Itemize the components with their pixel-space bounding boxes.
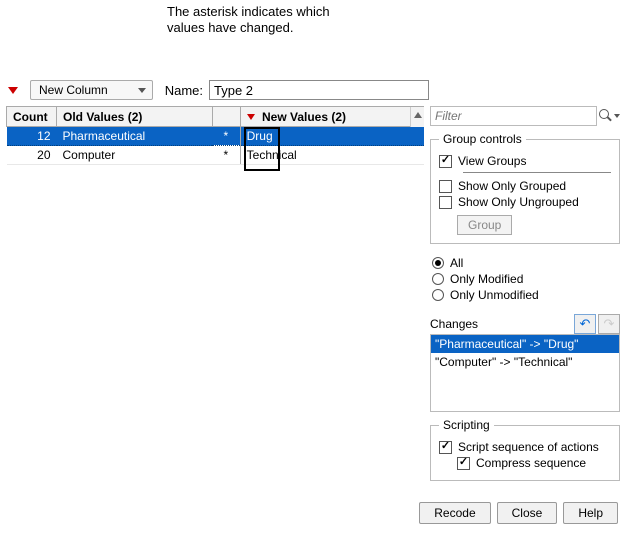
col-star-header: [212, 107, 240, 127]
help-button[interactable]: Help: [563, 502, 618, 524]
group-controls-legend: Group controls: [439, 132, 526, 146]
changes-list[interactable]: "Pharmaceutical" -> "Drug" "Computer" ->…: [430, 334, 620, 412]
column-menu-icon[interactable]: [247, 114, 255, 120]
changes-label: Changes: [430, 317, 478, 331]
name-label: Name:: [165, 83, 203, 98]
sort-asc-icon[interactable]: [414, 112, 422, 118]
show-only-ungrouped-checkbox[interactable]: [439, 196, 452, 209]
table-row[interactable]: 12 Pharmaceutical * Drug: [7, 127, 425, 146]
search-icon[interactable]: [599, 109, 610, 123]
annotation-text: The asterisk indicates which values have…: [167, 4, 330, 37]
table-row[interactable]: 20 Computer * Technical: [7, 146, 425, 165]
col-count-header[interactable]: Count: [7, 107, 57, 127]
filter-modified-label: Only Modified: [450, 272, 523, 286]
close-button[interactable]: Close: [497, 502, 558, 524]
redo-button: ↷: [598, 314, 620, 334]
filter-modified-radio[interactable]: [432, 273, 444, 285]
group-controls-fieldset: Group controls View Groups Show Only Gro…: [430, 132, 620, 244]
scripting-fieldset: Scripting Script sequence of actions Com…: [430, 418, 620, 481]
changes-list-item[interactable]: "Pharmaceutical" -> "Drug": [431, 335, 619, 353]
col-new-header[interactable]: New Values (2): [240, 107, 424, 127]
column-selector[interactable]: New Column: [30, 80, 153, 100]
divider: [463, 172, 611, 173]
undo-button[interactable]: ↶: [574, 314, 596, 334]
filter-all-label: All: [450, 256, 463, 270]
name-input[interactable]: [209, 80, 429, 100]
compress-sequence-checkbox[interactable]: [457, 457, 470, 470]
filter-unmodified-label: Only Unmodified: [450, 288, 539, 302]
view-groups-checkbox[interactable]: [439, 155, 452, 168]
group-button[interactable]: Group: [457, 215, 512, 235]
recode-table-area: Count Old Values (2) New Values (2) 12 P…: [6, 106, 424, 165]
filter-all-radio[interactable]: [432, 257, 444, 269]
cell-new[interactable]: Technical: [240, 146, 424, 165]
view-groups-label: View Groups: [458, 154, 526, 168]
script-sequence-label: Script sequence of actions: [458, 440, 599, 454]
script-sequence-checkbox[interactable]: [439, 441, 452, 454]
panel-menu-icon[interactable]: [6, 81, 20, 99]
show-only-ungrouped-label: Show Only Ungrouped: [458, 195, 579, 209]
chevron-down-icon: [138, 88, 146, 93]
scripting-legend: Scripting: [439, 418, 494, 432]
cell-old: Computer: [57, 146, 213, 165]
col-old-header[interactable]: Old Values (2): [57, 107, 213, 127]
cell-star: *: [212, 146, 240, 165]
cell-old: Pharmaceutical: [57, 127, 213, 146]
cell-new[interactable]: Drug: [240, 127, 424, 146]
changes-list-item[interactable]: "Computer" -> "Technical": [431, 353, 619, 371]
filter-unmodified-radio[interactable]: [432, 289, 444, 301]
filter-menu-icon[interactable]: [614, 114, 620, 118]
show-only-grouped-checkbox[interactable]: [439, 180, 452, 193]
cell-star: *: [212, 127, 240, 146]
filter-input[interactable]: [430, 106, 597, 126]
annotation-line2: values have changed.: [167, 20, 330, 36]
column-selector-value: New Column: [39, 83, 108, 97]
cell-count: 12: [7, 127, 57, 146]
compress-sequence-label: Compress sequence: [476, 456, 586, 470]
show-only-grouped-label: Show Only Grouped: [458, 179, 566, 193]
cell-count: 20: [7, 146, 57, 165]
recode-button[interactable]: Recode: [419, 502, 490, 524]
annotation-line1: The asterisk indicates which: [167, 4, 330, 20]
